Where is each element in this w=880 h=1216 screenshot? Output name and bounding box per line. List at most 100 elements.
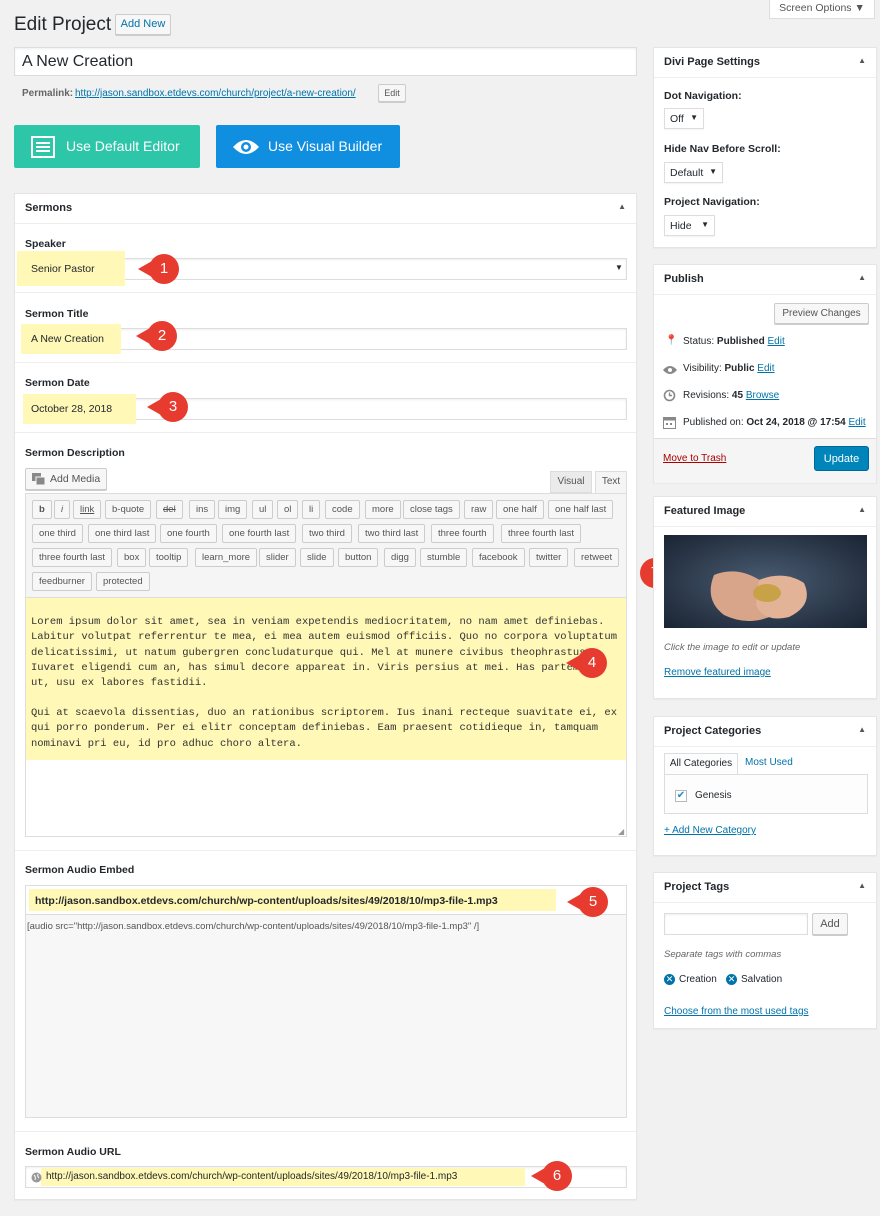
add-tag-button[interactable]: Add bbox=[812, 913, 848, 935]
qt-more[interactable]: more bbox=[365, 500, 401, 519]
qt-digg[interactable]: digg bbox=[384, 548, 416, 567]
add-media-button[interactable]: Add Media bbox=[25, 468, 107, 490]
tab-most-used[interactable]: Most Used bbox=[745, 757, 793, 768]
qt-code[interactable]: code bbox=[325, 500, 360, 519]
remove-tag-icon[interactable]: ✕ bbox=[726, 974, 737, 985]
add-new-category-link[interactable]: + Add New Category bbox=[664, 825, 756, 836]
editor-icon bbox=[31, 136, 55, 158]
divi-settings-title: Divi Page Settings bbox=[664, 56, 760, 68]
tab-text[interactable]: Text bbox=[595, 471, 627, 493]
speaker-value: Senior Pastor bbox=[31, 263, 95, 275]
visibility-edit-link[interactable]: Edit bbox=[757, 363, 774, 374]
qt-li[interactable]: li bbox=[302, 500, 321, 519]
qt-one-third[interactable]: one third bbox=[32, 524, 83, 543]
qt-ul[interactable]: ul bbox=[252, 500, 274, 519]
revisions-browse-link[interactable]: Browse bbox=[746, 390, 779, 401]
status-edit-link[interactable]: Edit bbox=[768, 336, 785, 347]
description-text: Lorem ipsum dolor sit amet, sea in venia… bbox=[31, 616, 617, 750]
qt-retweet[interactable]: retweet bbox=[574, 548, 620, 567]
sermons-title: Sermons bbox=[25, 202, 73, 214]
project-navigation-select[interactable]: Hide ▼ bbox=[664, 215, 715, 236]
qt-learn-more[interactable]: learn_more bbox=[195, 548, 258, 567]
qt-facebook[interactable]: facebook bbox=[472, 548, 525, 567]
qt-box[interactable]: box bbox=[117, 548, 147, 567]
collapse-icon[interactable]: ▲ bbox=[858, 505, 866, 514]
published-edit-link[interactable]: Edit bbox=[848, 417, 865, 428]
qt-three-fourth[interactable]: three fourth bbox=[431, 524, 494, 543]
choose-most-used-tags-link[interactable]: Choose from the most used tags bbox=[664, 1006, 809, 1017]
use-visual-builder-button[interactable]: Use Visual Builder bbox=[216, 125, 400, 168]
qt-one-half-last[interactable]: one half last bbox=[548, 500, 614, 519]
qt-protected[interactable]: protected bbox=[96, 572, 150, 591]
divi-settings-metabox: Divi Page Settings ▲ Dot Navigation: Off… bbox=[653, 47, 877, 248]
qt-ol[interactable]: ol bbox=[277, 500, 299, 519]
qt-twitter[interactable]: twitter bbox=[529, 548, 569, 567]
screen-options-button[interactable]: Screen Options ▼ bbox=[769, 0, 875, 19]
page-title: Edit Project bbox=[14, 14, 112, 35]
tag-input[interactable] bbox=[664, 913, 808, 935]
sermon-description-label: Sermon Description bbox=[25, 447, 125, 459]
globe-icon bbox=[31, 1172, 42, 1183]
remove-featured-image-link[interactable]: Remove featured image bbox=[664, 667, 771, 678]
chevron-down-icon: ▼ bbox=[701, 220, 709, 229]
update-button[interactable]: Update bbox=[814, 446, 869, 471]
qt-one-half[interactable]: one half bbox=[496, 500, 544, 519]
featured-image-thumbnail[interactable] bbox=[664, 535, 867, 628]
add-new-button[interactable]: Add New bbox=[115, 14, 171, 35]
sermons-metabox: Sermons ▲ Speaker Senior Pastor ▼ Sermon… bbox=[14, 193, 637, 1200]
qt-slide[interactable]: slide bbox=[300, 548, 334, 567]
qt-slider[interactable]: slider bbox=[259, 548, 296, 567]
collapse-icon[interactable]: ▲ bbox=[858, 273, 866, 282]
qt-link[interactable]: link bbox=[73, 500, 102, 519]
hide-nav-select[interactable]: Default ▼ bbox=[664, 162, 723, 183]
qt-feedburner[interactable]: feedburner bbox=[32, 572, 92, 591]
genesis-checkbox[interactable]: ✔ bbox=[675, 790, 687, 802]
tab-visual[interactable]: Visual bbox=[550, 471, 592, 493]
qt-ins[interactable]: ins bbox=[189, 500, 216, 519]
dot-navigation-select[interactable]: Off ▼ bbox=[664, 108, 704, 129]
speaker-label: Speaker bbox=[25, 238, 66, 250]
qt-one-fourth-last[interactable]: one fourth last bbox=[222, 524, 297, 543]
sermon-title-value: A New Creation bbox=[31, 333, 104, 345]
permalink-edit-button[interactable]: Edit bbox=[378, 84, 406, 102]
status-row: Status: Published Edit bbox=[683, 336, 785, 347]
qt-three-fourth-last-2[interactable]: three fourth last bbox=[32, 548, 113, 567]
pin-icon: 📍 bbox=[665, 335, 678, 346]
chevron-down-icon: ▼ bbox=[690, 113, 698, 122]
qt-stumble[interactable]: stumble bbox=[420, 548, 468, 567]
collapse-icon[interactable]: ▲ bbox=[858, 725, 866, 734]
qt-one-fourth[interactable]: one fourth bbox=[160, 524, 217, 543]
qt-one-third-last[interactable]: one third last bbox=[88, 524, 157, 543]
tab-all-categories[interactable]: All Categories bbox=[664, 753, 738, 775]
preview-changes-button[interactable]: Preview Changes bbox=[774, 303, 869, 324]
audio-embed-textarea[interactable] bbox=[25, 885, 627, 1118]
remove-tag-icon[interactable]: ✕ bbox=[664, 974, 675, 985]
visibility-row: Visibility: Public Edit bbox=[683, 363, 775, 374]
resize-handle-icon[interactable]: ◢ bbox=[618, 827, 624, 836]
qt-two-third[interactable]: two third bbox=[302, 524, 352, 543]
collapse-icon[interactable]: ▲ bbox=[618, 202, 626, 211]
qt-raw[interactable]: raw bbox=[464, 500, 494, 519]
use-default-editor-button[interactable]: Use Default Editor bbox=[14, 125, 200, 168]
permalink-link[interactable]: http://jason.sandbox.etdevs.com/church/p… bbox=[75, 88, 356, 99]
qt-button[interactable]: button bbox=[338, 548, 379, 567]
project-navigation-label: Project Navigation: bbox=[664, 196, 760, 208]
audio-url-label: Sermon Audio URL bbox=[25, 1146, 121, 1158]
featured-image-metabox: Featured Image ▲ Click the image to edit… bbox=[653, 496, 877, 699]
collapse-icon[interactable]: ▲ bbox=[858, 56, 866, 65]
qt-i[interactable]: i bbox=[54, 500, 71, 519]
qt-three-fourth-last[interactable]: three fourth last bbox=[501, 524, 582, 543]
collapse-icon[interactable]: ▲ bbox=[858, 881, 866, 890]
callout-marker: 4 bbox=[566, 647, 607, 679]
qt-b-quote[interactable]: b-quote bbox=[105, 500, 152, 519]
qt-tooltip[interactable]: tooltip bbox=[149, 548, 189, 567]
tag-creation: Creation bbox=[679, 974, 717, 985]
audio-url-value: http://jason.sandbox.etdevs.com/church/w… bbox=[46, 1171, 458, 1182]
move-to-trash-link[interactable]: Move to Trash bbox=[663, 453, 726, 464]
qt-two-third-last[interactable]: two third last bbox=[358, 524, 426, 543]
qt-close-tags[interactable]: close tags bbox=[403, 500, 460, 519]
qt-del[interactable]: del bbox=[156, 500, 183, 519]
hide-nav-label: Hide Nav Before Scroll: bbox=[664, 143, 781, 155]
qt-b[interactable]: b bbox=[32, 500, 52, 519]
qt-img[interactable]: img bbox=[218, 500, 248, 519]
